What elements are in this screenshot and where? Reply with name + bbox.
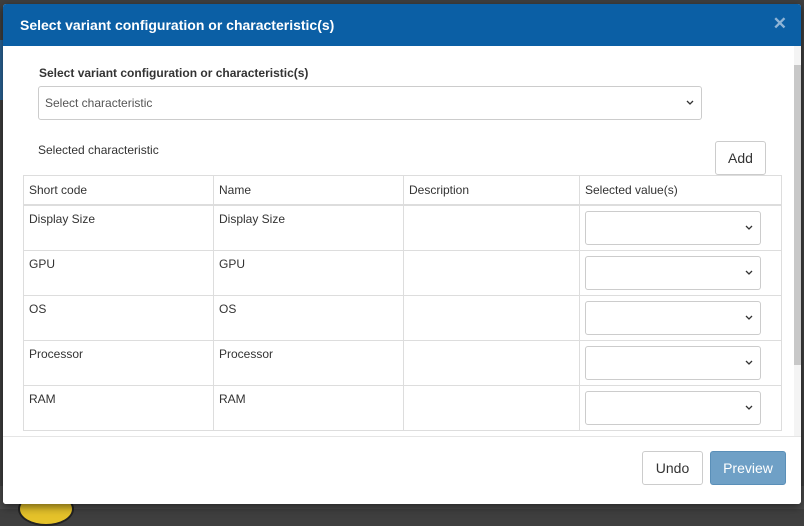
chevron-down-icon xyxy=(686,100,694,105)
scrollbar-thumb[interactable] xyxy=(794,65,801,365)
cell-description xyxy=(403,294,580,341)
cell-short-code: Processor xyxy=(23,339,214,386)
table-row: RAM RAM xyxy=(23,384,782,431)
cell-short-code: Display Size xyxy=(23,204,214,251)
close-icon[interactable]: ✕ xyxy=(773,15,787,32)
value-select[interactable] xyxy=(585,390,761,425)
column-header-short-code: Short code xyxy=(23,175,214,206)
table-header-row: Short code Name Description Selected val… xyxy=(23,175,782,206)
characteristic-select[interactable]: Select characteristic xyxy=(38,86,702,120)
characteristic-field-label: Select variant configuration or characte… xyxy=(39,66,309,80)
modal-title: Select variant configuration or characte… xyxy=(20,17,335,33)
cell-selected-values xyxy=(579,339,782,386)
value-select[interactable] xyxy=(585,255,761,290)
chevron-down-icon xyxy=(745,270,753,275)
column-header-name: Name xyxy=(213,175,404,206)
variant-config-modal: Select variant configuration or characte… xyxy=(3,4,801,504)
chevron-down-icon xyxy=(745,360,753,365)
modal-body: Select variant configuration or characte… xyxy=(3,46,801,436)
value-select[interactable] xyxy=(585,345,761,380)
table-row: OS OS xyxy=(23,294,782,341)
cell-selected-values xyxy=(579,384,782,431)
modal-header: Select variant configuration or characte… xyxy=(3,4,801,46)
cell-description xyxy=(403,249,580,296)
chevron-down-icon xyxy=(745,225,753,230)
column-header-selected-values: Selected value(s) xyxy=(579,175,782,206)
cell-description xyxy=(403,204,580,251)
cell-name: Processor xyxy=(213,339,404,386)
cell-description xyxy=(403,339,580,386)
add-button[interactable]: Add xyxy=(715,141,766,175)
table-row: Display Size Display Size xyxy=(23,204,782,251)
selected-characteristic-label: Selected characteristic xyxy=(38,143,159,157)
table-row: GPU GPU xyxy=(23,249,782,296)
undo-button[interactable]: Undo xyxy=(642,451,703,485)
cell-name: GPU xyxy=(213,249,404,296)
table-row: Processor Processor xyxy=(23,339,782,386)
characteristics-table: Short code Name Description Selected val… xyxy=(23,175,782,431)
value-select[interactable] xyxy=(585,211,761,245)
cell-short-code: RAM xyxy=(23,384,214,431)
cell-short-code: OS xyxy=(23,294,214,341)
cell-short-code: GPU xyxy=(23,249,214,296)
modal-footer: Undo Preview xyxy=(3,436,801,504)
value-select[interactable] xyxy=(585,300,761,335)
cell-name: RAM xyxy=(213,384,404,431)
cell-description xyxy=(403,384,580,431)
column-header-description: Description xyxy=(403,175,580,206)
characteristic-select-value: Select characteristic xyxy=(45,96,153,110)
preview-button[interactable]: Preview xyxy=(710,451,786,485)
cell-selected-values xyxy=(579,294,782,341)
chevron-down-icon xyxy=(745,405,753,410)
cell-selected-values xyxy=(579,204,782,251)
chevron-down-icon xyxy=(745,315,753,320)
cell-selected-values xyxy=(579,249,782,296)
cell-name: Display Size xyxy=(213,204,404,251)
cell-name: OS xyxy=(213,294,404,341)
